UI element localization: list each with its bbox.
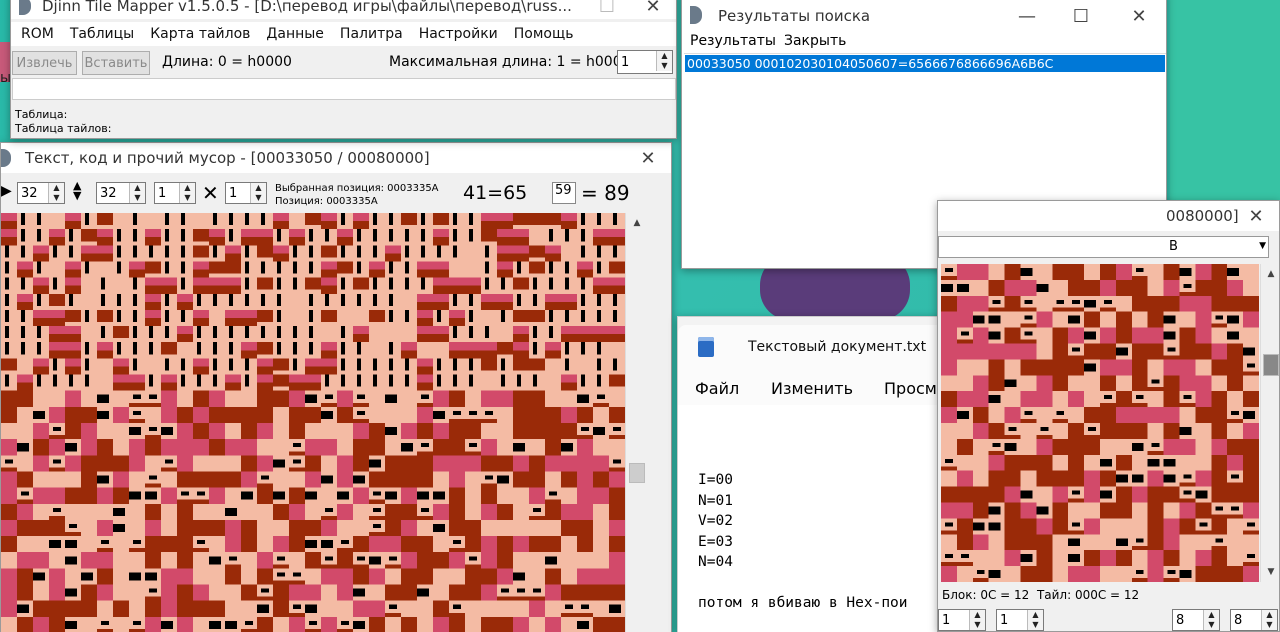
spinner-a[interactable]: 1 ▲ ▼ <box>154 182 196 204</box>
tile-pixel-view[interactable] <box>1 213 625 632</box>
text-code-window: Текст, код и прочий мусор - [00033050 / … <box>0 142 672 632</box>
tile-spinner-1[interactable]: 1 ▲ ▼ <box>938 609 986 631</box>
spin-arrows-icon[interactable]: ▲ ▼ <box>179 183 195 203</box>
updown-icon: ▲ ▼ <box>73 179 82 202</box>
menu-palette[interactable]: Палитра <box>340 26 403 42</box>
search-results-title: Результаты поиска <box>718 7 871 25</box>
spin-arrows-icon[interactable]: ▲ ▼ <box>48 183 64 203</box>
notepad-tab[interactable]: Текстовый документ.txt <box>678 325 946 375</box>
text-line: E=03 <box>698 533 733 550</box>
vertical-scrollbar[interactable]: ▲ <box>625 213 647 632</box>
tile-table-label: Таблица тайлов: <box>15 122 112 135</box>
text-input-area[interactable] <box>12 78 676 100</box>
app-icon <box>19 0 31 15</box>
tile-vertical-scrollbar[interactable]: ▲ ▼ <box>1260 264 1279 582</box>
result-row-selected[interactable]: 00033050 000102030104050607=656667686669… <box>685 55 1165 72</box>
close-icon[interactable]: ✕ <box>625 143 671 173</box>
menu-edit[interactable]: Изменить <box>771 379 853 398</box>
notepad-text-area[interactable]: I=00 N=01 V=02 E=03 N=04 потом я вбиваю … <box>678 405 946 632</box>
scroll-up-icon[interactable]: ▲ <box>1263 266 1279 282</box>
text-line: I=00 <box>698 472 733 488</box>
max-length-text: Максимальная длина: 1 = h0001 <box>389 54 631 70</box>
menu-help[interactable]: Помощь <box>514 26 574 42</box>
palette-combo[interactable]: B ▼ <box>938 236 1269 258</box>
text-line-blank <box>698 573 908 593</box>
tile-spinner-2[interactable]: 1 ▲ ▼ <box>996 609 1044 631</box>
app-icon <box>1 149 11 167</box>
text-window-toolbar: ▶ 32 ▲ ▼ ▲ ▼ 32 ▲ ▼ 1 ▲ ▼ ✕ 1 ▲ ▼ Выбранная позиц… <box>1 175 671 211</box>
maximize-icon[interactable]: ☐ <box>1058 1 1104 31</box>
tile-spinner-3[interactable]: 8 ▲ ▼ <box>1172 609 1220 631</box>
tile-mapper-title: Djinn Tile Mapper v1.5.0.5 - [D:\перевод… <box>42 0 572 15</box>
spinner-b[interactable]: 1 ▲ ▼ <box>225 182 267 204</box>
minimize-icon[interactable]: — <box>1004 1 1050 31</box>
text-line: потом я вбиваю в Hex-пои <box>698 594 908 611</box>
tile-status: Блок: 0С = 12 Тайл: 000С = 12 <box>942 588 1140 602</box>
spin-arrows-icon[interactable]: ▲ ▼ <box>1027 610 1043 630</box>
text-line: N=04 <box>698 554 733 570</box>
search-results-titlebar[interactable]: Результаты поиска — ☐ ✕ <box>682 1 1166 31</box>
arrow-right-icon: ▶ <box>1 183 12 199</box>
desktop-decor-2 <box>1170 0 1280 200</box>
maximize-icon[interactable]: ☐ <box>584 0 630 19</box>
spin-arrows-icon[interactable]: ▲ ▼ <box>1261 610 1277 630</box>
code-text: 41=65 <box>463 182 528 204</box>
menu-view[interactable]: Просм <box>884 379 937 398</box>
tile-grid-view[interactable] <box>941 264 1259 582</box>
spin-arrows-icon[interactable]: ▲ ▼ <box>969 610 985 630</box>
tile-spinner-4[interactable]: 8 ▲ ▼ <box>1230 609 1278 631</box>
height-spinner[interactable]: 32 ▲ ▼ <box>96 182 146 204</box>
tile-viewer-titlebar[interactable]: 0080000] ✕ <box>938 201 1279 231</box>
spin-arrows-icon[interactable]: ▲ ▼ <box>1203 610 1219 630</box>
menu-data[interactable]: Данные <box>266 26 324 42</box>
selected-position: Выбранная позиция: 0003335A <box>275 183 439 194</box>
menu-close[interactable]: Закрыть <box>784 33 846 49</box>
scroll-thumb[interactable] <box>1263 354 1279 376</box>
tile-viewer-title: 0080000] <box>1166 207 1239 225</box>
menu-settings[interactable]: Настройки <box>419 26 498 42</box>
scroll-thumb[interactable] <box>629 463 645 483</box>
menu-rom[interactable]: ROM <box>21 26 54 42</box>
menu-tables[interactable]: Таблицы <box>70 26 134 42</box>
notepad-window: Текстовый документ.txt Файл Изменить Про… <box>677 316 947 632</box>
result-text: 00033050 000102030104050607=656667686669… <box>687 56 1054 71</box>
notepad-icon <box>698 337 714 357</box>
tile-mapper-menubar: ROM Таблицы Карта тайлов Данные Палитра … <box>11 22 676 46</box>
combo-value: B <box>1169 239 1178 254</box>
notepad-tabbar: Текстовый документ.txt <box>678 317 946 375</box>
position: Позиция: 0003335A <box>275 196 378 207</box>
width-spinner[interactable]: 32 ▲ ▼ <box>17 182 65 204</box>
menu-results[interactable]: Результаты <box>690 33 776 49</box>
scroll-up-icon[interactable]: ▲ <box>629 215 645 231</box>
tile-mapper-window: Djinn Tile Mapper v1.5.0.5 - [D:\перевод… <box>10 0 677 139</box>
search-results-menubar: Результаты Закрыть <box>682 31 1166 53</box>
text-line: V=02 <box>698 513 733 529</box>
menu-tile-map[interactable]: Карта тайлов <box>150 26 250 42</box>
text-window-title: Текст, код и прочий мусор - [00033050 / … <box>25 149 430 167</box>
spin-arrows-icon[interactable]: ▲ ▼ <box>656 51 672 71</box>
spin-arrows-icon[interactable]: ▲ ▼ <box>250 183 266 203</box>
tile-viewer-window: 0080000] ✕ B ▼ ▲ ▼ Блок: 0С = 12 Тайл: 0… <box>937 200 1280 632</box>
scroll-down-icon[interactable]: ▼ <box>1263 564 1279 580</box>
table-label: Таблица: <box>15 108 68 121</box>
multiply-icon: ✕ <box>202 181 219 205</box>
close-icon[interactable]: ✕ <box>1233 201 1279 231</box>
text-line: N=01 <box>698 492 733 509</box>
close-icon[interactable]: ✕ <box>630 0 676 19</box>
tile-mapper-titlebar[interactable]: Djinn Tile Mapper v1.5.0.5 - [D:\перевод… <box>11 0 676 19</box>
chevron-down-icon[interactable]: ▼ <box>1259 241 1266 251</box>
close-icon[interactable]: ✕ <box>1116 1 1162 31</box>
notepad-tab-title: Текстовый документ.txt <box>748 339 927 355</box>
length-text: Длина: 0 = h0000 <box>162 54 292 70</box>
notepad-menubar: Файл Изменить Просм <box>678 375 946 405</box>
app-icon <box>690 6 702 24</box>
text-window-titlebar[interactable]: Текст, код и прочий мусор - [00033050 / … <box>1 143 671 173</box>
menu-file[interactable]: Файл <box>695 379 739 398</box>
max-length-spinner[interactable]: 1 ▲ ▼ <box>617 50 673 74</box>
value-equals: = 89 <box>581 181 630 205</box>
spin-arrows-icon[interactable]: ▲ ▼ <box>129 183 145 203</box>
insert-button[interactable]: Вставить <box>82 51 150 75</box>
value-box: 59 <box>552 182 576 204</box>
extract-button[interactable]: Извлечь <box>12 51 77 75</box>
